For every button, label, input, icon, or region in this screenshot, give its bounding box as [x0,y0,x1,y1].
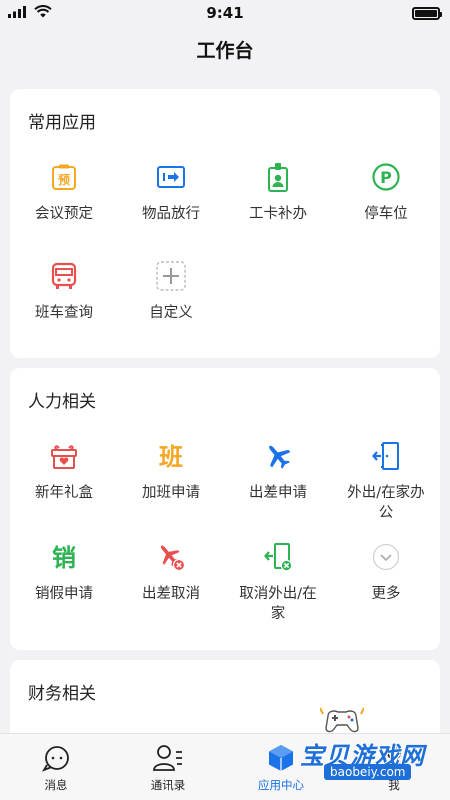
badge-reissue-icon [263,162,293,192]
app-label: 出差申请 [249,485,307,501]
status-bar: 9:41 [0,0,450,26]
app-label: 加班申请 [142,485,200,501]
status-time: 9:41 [206,4,244,22]
app-label: 停车位 [364,206,408,222]
section-title: 常用应用 [28,113,96,133]
app-label: 出差取消 [142,586,200,602]
app-cancel-leave[interactable]: 销 销假申请 [10,542,118,604]
svg-text:P: P [380,168,392,187]
section-title: 财务相关 [28,684,96,704]
app-cancel-go-out[interactable]: 取消外出/在家 [224,542,332,624]
tab-label: 消息 [44,778,68,792]
overtime-icon: 班 [156,441,186,471]
section-title: 人力相关 [28,392,96,412]
app-meeting-reserve[interactable]: 预 会议预定 [10,162,118,224]
tab-messages[interactable]: 消息 [0,734,112,800]
page-title: 工作台 [196,40,254,62]
gift-box-icon [49,441,79,471]
app-gift-box[interactable]: 新年礼盒 [10,441,118,503]
app-more[interactable]: 更多 [332,542,440,604]
svg-text:班: 班 [159,443,183,470]
airplane-icon [263,441,293,471]
app-cancel-trip[interactable]: 出差取消 [117,542,225,604]
message-bubble-icon [39,742,73,774]
cancel-leave-icon: 销 [49,542,79,572]
app-add-custom[interactable]: 自定义 [117,261,225,323]
app-label: 外出/在家办公 [347,485,425,521]
app-label: 会议预定 [35,206,93,222]
app-go-out[interactable]: 外出/在家办公 [332,441,440,523]
app-badge-reissue[interactable]: 工卡补办 [224,162,332,224]
battery-icon [412,6,442,20]
app-overtime[interactable]: 班 加班申请 [117,441,225,503]
svg-text:预: 预 [58,173,70,187]
meeting-reserve-icon: 预 [49,162,79,192]
app-parking[interactable]: P 停车位 [332,162,440,224]
app-label: 班车查询 [35,305,93,321]
app-label: 自定义 [149,305,193,321]
tab-label: 通讯录 [150,778,186,792]
chevron-down-icon [371,542,401,572]
shuttle-bus-icon [49,261,79,291]
app-label: 新年礼盒 [35,485,93,501]
contacts-icon [151,742,185,774]
cancel-go-out-icon [263,542,293,572]
app-label: 更多 [371,586,401,602]
gamepad-icon [319,706,365,740]
app-label: 销假申请 [35,586,93,602]
app-label: 工卡补办 [249,206,307,222]
app-label: 物品放行 [142,206,200,222]
go-out-icon [371,441,401,471]
watermark: 宝贝游戏网 baobeiy.com [292,706,442,780]
section-common-apps: 常用应用 预 会议预定 物品放行 工卡补办 P 停车位 班车查询 自定义 [10,89,440,358]
parking-icon: P [371,162,401,192]
watermark-url: baobeiy.com [324,764,412,780]
cancel-trip-icon [156,542,186,572]
section-hr: 人力相关 新年礼盒 班 加班申请 出差申请 外出/在家办公 销 销假申请 出差取… [10,368,440,650]
app-shuttle-bus[interactable]: 班车查询 [10,261,118,323]
app-label: 取消外出/在家 [239,586,317,622]
item-release-icon [156,162,186,192]
svg-text:销: 销 [52,544,76,571]
app-business-trip[interactable]: 出差申请 [224,441,332,503]
tab-contacts[interactable]: 通讯录 [112,734,224,800]
add-custom-icon [156,261,186,291]
app-item-release[interactable]: 物品放行 [117,162,225,224]
